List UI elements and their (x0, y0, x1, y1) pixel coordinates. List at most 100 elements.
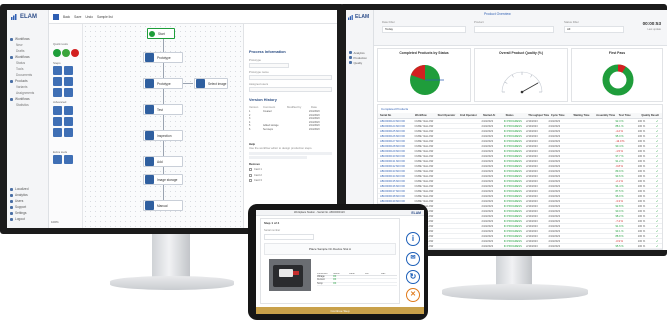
prototype-name-field[interactable] (249, 75, 332, 80)
table-column-header[interactable]: Throughput Time (526, 114, 549, 117)
step-tool-icon[interactable] (53, 155, 62, 164)
row-throughput: 2/10/2023 (526, 209, 538, 213)
row-serial-link[interactable]: ABC0000131 M0 F00 (378, 160, 413, 163)
remove-item[interactable]: Card 1 (249, 167, 332, 172)
row-serial-link[interactable]: ABC0000136 M0 F00 (378, 185, 413, 188)
row-serial-link[interactable]: ABC0000132 M0 F00 (378, 165, 413, 168)
status-filter-label: Status Filter (564, 20, 579, 24)
step-tool-icon[interactable] (64, 106, 73, 115)
table-column-header[interactable]: Quality Result (639, 114, 662, 117)
close-button[interactable]: ✕ (406, 288, 420, 302)
table-column-header[interactable]: Waiting Time (572, 114, 595, 117)
measurement-param: Temp (317, 282, 323, 285)
image-icon (196, 79, 205, 88)
step-tool-icon[interactable] (53, 66, 62, 75)
remove-item[interactable]: Card 3 (249, 178, 332, 183)
step-tool-icon[interactable] (53, 128, 62, 137)
flow-node[interactable]: Image storage (143, 174, 183, 185)
step-tool-icon[interactable] (64, 66, 73, 75)
history-row[interactable]: 6 Set steps 2/10/2023 (249, 128, 332, 132)
save-button[interactable]: Save (74, 15, 81, 19)
row-serial-link[interactable]: ABC0000139 M0 F00 (378, 200, 413, 203)
continue-footer[interactable]: Continue Step (256, 307, 424, 314)
history-header: Version Comment Modified by Date (249, 105, 332, 109)
row-cycle: 2/10/2023 (548, 144, 561, 148)
row-serial-link[interactable]: ABC0000123 M0 F00 (378, 120, 413, 123)
table-column-header[interactable]: Cycle Time (549, 114, 572, 117)
row-percent: 100 % (637, 179, 646, 183)
step-tool-icon[interactable] (64, 88, 73, 97)
table-column-header[interactable]: Serial No (378, 114, 413, 117)
sidebar-item[interactable]: Statistics (7, 102, 48, 108)
table-column-header[interactable]: Assembly Time (594, 114, 617, 117)
date-filter-select[interactable]: Today (382, 26, 466, 33)
row-serial-link[interactable]: ABC0000135 M0 F00 (378, 180, 413, 183)
step-tool-icon[interactable] (64, 77, 73, 86)
right-sidebar-item[interactable]: Quality (346, 60, 373, 65)
back-button[interactable]: Back (63, 15, 70, 19)
row-serial-link[interactable]: ABC0000129 M0 F00 (378, 150, 413, 153)
tablet-screen: Workplace Station - Serial No. ABC000012… (256, 210, 424, 314)
row-serial-link[interactable]: ABC0000126 M0 F00 (378, 135, 413, 138)
flow-node-label: Manual (157, 203, 168, 208)
table-column-header[interactable]: Test Time (617, 114, 640, 117)
table-column-header[interactable]: Started At (481, 114, 504, 117)
properties-title: Process Information (249, 50, 286, 54)
row-serial-link[interactable]: ABC0000124 M0 F00 (378, 125, 413, 128)
flow-node[interactable]: Add (143, 156, 183, 167)
row-throughput: 2/10/2023 (526, 174, 538, 178)
row-throughput: 2/10/2023 (526, 239, 538, 243)
row-serial-link[interactable]: ABC0000133 M0 F00 (378, 170, 413, 173)
timer-display: 00:00:53 (642, 21, 661, 26)
assigned-users-field[interactable] (249, 87, 332, 92)
stop-tool-button[interactable] (71, 49, 79, 57)
product-filter-select[interactable] (474, 26, 554, 33)
row-result: 93.1 % (615, 229, 624, 233)
step-tool-icon[interactable] (53, 106, 62, 115)
sidebar-bottom-item[interactable]: Logout (7, 216, 49, 222)
row-cycle: 2/10/2023 (548, 124, 561, 128)
workflow-canvas[interactable]: Start Prototype Prototype Test Inspection Add… (51, 24, 243, 228)
table-column-header[interactable]: Workflow (413, 114, 436, 117)
remove-item[interactable]: Card 2 (249, 173, 332, 178)
flow-node[interactable]: Start (147, 28, 175, 39)
row-serial-link[interactable]: ABC0000125 M0 F00 (378, 130, 413, 133)
flow-node[interactable]: Manual (143, 200, 183, 211)
step-tool-icon[interactable] (64, 128, 73, 137)
table-column-header[interactable]: Status (504, 114, 527, 117)
row-serial-link[interactable]: ABC0000138 M0 F00 (378, 195, 413, 198)
step-tool-icon[interactable] (64, 117, 73, 126)
serial-input[interactable] (264, 234, 314, 240)
flow-node[interactable]: Inspection (143, 130, 183, 141)
table-column-header[interactable]: End Operator (458, 114, 481, 117)
undo-button[interactable]: Undo (85, 15, 93, 19)
row-started-at: 2/10/2023 (481, 129, 494, 133)
row-throughput: 2/10/2023 (526, 214, 538, 218)
prototype-field[interactable] (249, 63, 289, 68)
row-serial-link[interactable]: ABC0000130 M0 F00 (378, 155, 413, 158)
start-tool-button[interactable] (53, 49, 61, 57)
step-tool-icon[interactable] (53, 77, 62, 86)
pause-tool-button[interactable] (62, 49, 70, 57)
row-serial-link[interactable]: ABC0000134 M0 F00 (378, 175, 413, 178)
table-column-header[interactable]: Start Operator (436, 114, 459, 117)
row-serial-link[interactable]: ABC0000128 M0 F00 (378, 145, 413, 148)
row-serial-link[interactable]: ABC0000127 M0 F00 (378, 140, 413, 143)
row-result: -1.5 % (615, 149, 623, 153)
chart-card-quality-title: Overall Product Quality (%) (499, 51, 543, 55)
info-button[interactable]: i (406, 232, 420, 246)
step-tool-icon[interactable] (64, 155, 73, 164)
row-serial-link[interactable]: ABC0000137 M0 F00 (378, 190, 413, 193)
step-tool-icon[interactable] (53, 117, 62, 126)
sidebar-item-label: Tools (16, 67, 24, 71)
flow-node[interactable]: Prototype (143, 52, 183, 63)
flow-node-side[interactable]: Select image (194, 78, 228, 89)
sample-list-button[interactable]: Sample list (97, 15, 113, 19)
flow-node[interactable]: Prototype (143, 78, 183, 89)
flow-node[interactable]: Test (143, 104, 183, 115)
status-filter-select[interactable]: All (564, 26, 624, 33)
zoom-control[interactable]: 100% (51, 220, 59, 224)
step-tool-icon[interactable] (53, 88, 62, 97)
message-button[interactable]: ✉ (406, 252, 420, 266)
refresh-button[interactable]: ↻ (406, 270, 420, 284)
